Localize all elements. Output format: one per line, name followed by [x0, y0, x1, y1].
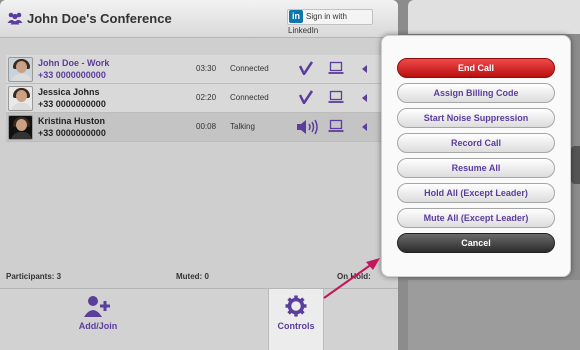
linkedin-icon: in — [289, 10, 303, 23]
record-call-button[interactable]: Record Call — [397, 133, 555, 153]
speaker-icon — [297, 119, 318, 135]
participants-icon — [7, 12, 23, 25]
add-join-button[interactable]: Add/Join — [62, 289, 134, 350]
annotation-arrow-icon — [323, 258, 380, 299]
controls-menu: End Call Assign Billing Code Start Noise… — [381, 35, 571, 277]
participants-count: Participants: 3 — [6, 272, 62, 281]
laptop-icon — [328, 90, 344, 103]
laptop-icon — [328, 119, 344, 132]
participant-number: +33 0000000000 — [38, 99, 106, 109]
end-call-button[interactable]: End Call — [397, 58, 555, 78]
start-noise-suppression-button[interactable]: Start Noise Suppression — [397, 108, 555, 128]
avatar — [8, 86, 33, 111]
participant-name: Jessica Johns — [38, 87, 100, 97]
assign-billing-code-button[interactable]: Assign Billing Code — [397, 83, 555, 103]
conference-header: John Doe's Conference in Sign in with Lin… — [0, 0, 398, 38]
participant-row[interactable]: Kristina Huston +33 0000000000 00:08 Tal… — [6, 113, 398, 142]
side-panel — [408, 0, 580, 34]
expand-arrow-icon[interactable] — [362, 123, 367, 131]
cancel-button[interactable]: Cancel — [397, 233, 555, 253]
muted-count: Muted: 0 — [176, 272, 209, 281]
controls-button[interactable]: Controls — [268, 289, 324, 350]
avatar — [8, 57, 33, 82]
participant-number: +33 0000000000 — [38, 70, 106, 80]
participant-number: +33 0000000000 — [38, 128, 106, 138]
participant-name: John Doe - Work — [38, 58, 110, 68]
participant-name: Kristina Huston — [38, 116, 106, 126]
hold-all-button[interactable]: Hold All (Except Leader) — [397, 183, 555, 203]
call-status: Connected — [230, 93, 269, 102]
avatar — [8, 115, 33, 140]
call-duration: 03:30 — [196, 64, 217, 73]
gear-icon — [285, 295, 307, 317]
page-title: John Doe's Conference — [27, 11, 172, 26]
call-status: Connected — [230, 64, 269, 73]
drawer-tab[interactable] — [571, 146, 580, 184]
mute-all-button[interactable]: Mute All (Except Leader) — [397, 208, 555, 228]
check-icon — [299, 61, 313, 75]
laptop-icon — [328, 61, 344, 74]
check-icon — [299, 90, 313, 104]
add-join-label: Add/Join — [78, 321, 118, 331]
participant-row[interactable]: Jessica Johns +33 0000000000 02:20 Conne… — [6, 84, 398, 113]
linkedin-signin-button[interactable]: in Sign in with LinkedIn — [287, 9, 373, 35]
add-user-icon — [84, 296, 110, 317]
controls-label: Controls — [277, 321, 315, 331]
expand-arrow-icon[interactable] — [362, 94, 367, 102]
call-status: Talking — [230, 122, 255, 131]
resume-all-button[interactable]: Resume All — [397, 158, 555, 178]
participant-row[interactable]: John Doe - Work +33 0000000000 03:30 Con… — [6, 55, 398, 84]
side-panel-footer — [408, 280, 580, 350]
participant-list: John Doe - Work +33 0000000000 03:30 Con… — [6, 55, 398, 142]
expand-arrow-icon[interactable] — [362, 65, 367, 73]
call-duration: 02:20 — [196, 93, 217, 102]
call-duration: 00:08 — [196, 122, 217, 131]
